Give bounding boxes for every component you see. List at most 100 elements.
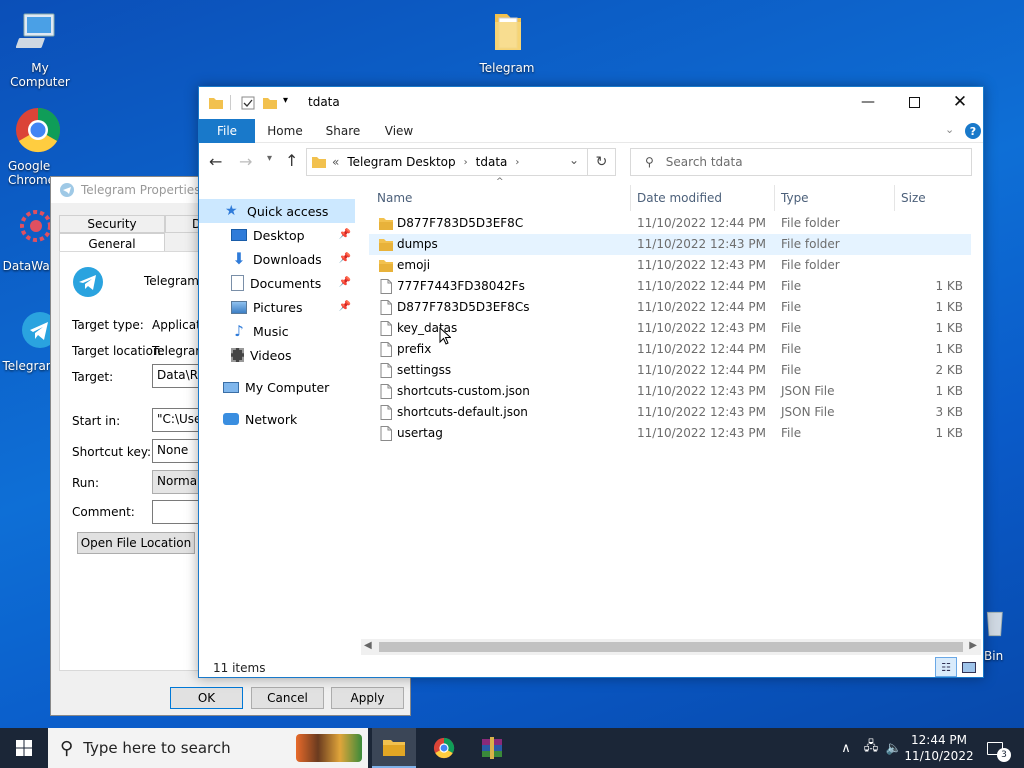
maximize-button[interactable] [891,87,937,117]
details-view-button[interactable]: ☷ [935,657,957,677]
forward-arrow-icon[interactable]: → [239,152,252,171]
tab-security[interactable]: Security [59,215,165,233]
pin-icon[interactable]: 📌 [339,277,351,288]
folder-row[interactable]: dumps 11/10/2022 12:43 PM File folder [369,234,971,255]
network-icon[interactable]: 🖧 [860,728,882,768]
folder-row[interactable]: D877F783D5D3EF8C 11/10/2022 12:44 PM File … [369,213,971,234]
nav-documents[interactable]: Documents 📌 [199,271,355,295]
apply-button[interactable]: Apply [331,687,404,709]
pin-icon[interactable]: 📌 [339,229,351,240]
start-button[interactable] [0,728,48,768]
breadcrumb-chevron-icon[interactable]: › [515,157,519,168]
taskbar-search-input[interactable]: Type here to search [83,739,230,757]
tab-view[interactable]: View [375,119,423,143]
refresh-button[interactable]: ↻ [588,148,616,176]
large-icons-view-icon [962,661,976,673]
file-row[interactable]: D877F783D5D3EF8Cs 11/10/2022 12:44 PM File… [369,297,971,318]
nav-desktop[interactable]: Desktop 📌 [199,223,355,247]
scroll-left-arrow-icon[interactable]: ◀ [364,640,372,651]
nav-downloads[interactable]: ⬇ Downloads 📌 [199,247,355,271]
large-icons-view-button[interactable] [959,657,979,677]
column-header-type[interactable]: Type [775,185,894,211]
taskbar-chrome[interactable] [422,728,466,768]
breadcrumb-prefix[interactable]: « [332,155,339,169]
column-header-size[interactable]: Size [895,185,971,211]
file-icon [380,342,392,357]
quick-access-toolbar-dropdown-icon[interactable]: ▾ [283,95,288,106]
music-note-icon: ♪ [234,322,244,340]
tab-general[interactable]: General [59,233,165,253]
file-type: File folder [781,237,840,251]
clock[interactable]: 12:44 PM 11/10/2022 [904,728,973,768]
volume-icon[interactable]: 🔈 [884,728,904,768]
ok-button[interactable]: OK [170,687,243,709]
file-name: 777F7443FD38042Fs [397,279,525,293]
desktop-icon-google-chrome[interactable]: Google Chrome [0,106,76,187]
folder-icon [209,98,223,109]
file-row[interactable]: prefix 11/10/2022 12:44 PM File 1 KB [369,339,971,360]
taskbar-winrar[interactable] [470,728,514,768]
pin-icon[interactable]: 📌 [339,253,351,264]
file-date-modified: 11/10/2022 12:44 PM [637,342,766,356]
up-arrow-icon[interactable]: ↑ [285,151,298,170]
folder-icon [379,260,393,272]
star-icon: ★ [225,203,238,219]
chevron-down-icon[interactable]: ⌄ [945,123,954,136]
properties-checkbox-icon[interactable] [241,96,255,110]
nav-quick-access[interactable]: ★ Quick access [199,199,355,223]
open-file-location-button[interactable]: Open File Location [77,532,195,554]
file-row[interactable]: shortcuts-custom.json 11/10/2022 12:43 PM… [369,381,971,402]
cancel-button[interactable]: Cancel [251,687,324,709]
address-bar[interactable]: « Telegram Desktop › tdata › ⌄ [306,148,588,176]
column-header-name[interactable]: Name [371,185,629,211]
taskbar-file-explorer[interactable] [372,728,416,768]
breadcrumb-tdata[interactable]: tdata [476,155,508,169]
datawag-icon [20,210,52,242]
close-button[interactable]: ✕ [937,87,983,117]
help-icon[interactable]: ? [965,123,981,139]
notification-count-badge: 3 [997,748,1011,762]
nav-music[interactable]: ♪ Music [199,319,355,343]
file-row[interactable]: 777F7443FD38042Fs 11/10/2022 12:44 PM File… [369,276,971,297]
notification-center-button[interactable]: 3 [978,728,1012,768]
file-name: dumps [397,237,438,251]
tab-home[interactable]: Home [261,119,309,143]
file-row[interactable]: settingss 11/10/2022 12:44 PM File 2 KB [369,360,971,381]
file-size: 2 KB [935,363,963,377]
taskbar-search-box[interactable]: ⚲ Type here to search [48,728,368,768]
window-title: tdata [308,95,340,109]
search-box[interactable]: ⚲ Search tdata [630,148,972,176]
chrome-icon [16,107,61,153]
nav-pictures[interactable]: Pictures 📌 [199,295,355,319]
nav-my-computer[interactable]: My Computer [199,375,355,399]
address-dropdown-icon[interactable]: ⌄ [569,153,579,167]
file-type: JSON File [781,384,835,398]
tab-file[interactable]: File [199,119,255,143]
minimize-button[interactable]: — [845,87,891,117]
file-date-modified: 11/10/2022 12:43 PM [637,426,766,440]
nav-videos[interactable]: Videos [199,343,355,367]
tab-share[interactable]: Share [319,119,367,143]
horizontal-scrollbar[interactable]: ◀ ▶ [361,639,981,655]
back-arrow-icon[interactable]: ← [209,152,222,171]
folder-row[interactable]: emoji 11/10/2022 12:43 PM File folder [369,255,971,276]
desktop-icon-my-computer[interactable]: My Computer [0,8,80,89]
desktop-icon-recycle-bin[interactable]: Bin [984,604,1024,663]
scrollbar-thumb[interactable] [379,642,963,652]
breadcrumb-telegram-desktop[interactable]: Telegram Desktop [347,155,455,169]
column-header-date[interactable]: Date modified [631,185,774,211]
nav-network[interactable]: Network [199,407,355,431]
file-row[interactable]: usertag 11/10/2022 12:43 PM File 1 KB [369,423,971,444]
file-date-modified: 11/10/2022 12:44 PM [637,363,766,377]
breadcrumb-chevron-icon[interactable]: › [464,157,468,168]
scroll-right-arrow-icon[interactable]: ▶ [969,640,977,651]
recent-locations-chevron-down-icon[interactable]: ▾ [267,153,272,164]
file-row[interactable]: key_datas 11/10/2022 12:43 PM File 1 KB [369,318,971,339]
new-folder-icon[interactable] [263,96,277,110]
file-row[interactable]: shortcuts-default.json 11/10/2022 12:43 P… [369,402,971,423]
show-hidden-icons-chevron-icon[interactable]: ∧ [836,728,856,768]
desktop-icon-telegram-folder[interactable]: Telegram [467,8,547,75]
network-icon [223,413,239,425]
search-input[interactable]: Search tdata [666,155,743,169]
pin-icon[interactable]: 📌 [339,301,351,312]
